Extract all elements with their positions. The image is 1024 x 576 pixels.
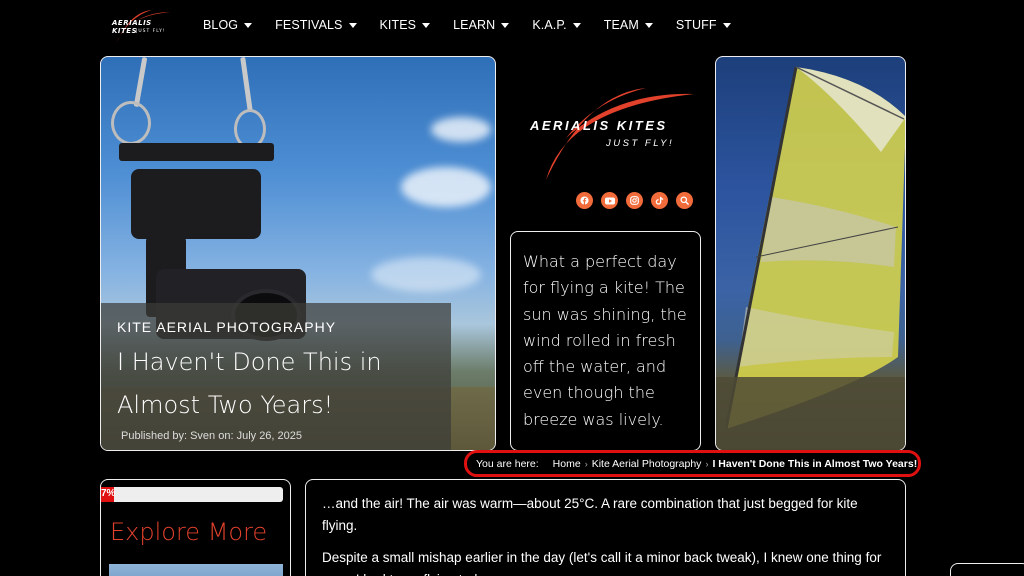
logo-brand: AERIALIS KITES — [530, 118, 668, 133]
explore-thumbnail[interactable] — [109, 564, 283, 576]
article-paragraph: …and the air! The air was warm—about 25°… — [322, 496, 858, 533]
menu-team[interactable]: TEAM — [604, 18, 653, 32]
menu-kites[interactable]: KITES — [380, 18, 431, 32]
chevron-down-icon — [644, 22, 653, 28]
gimbal — [131, 169, 261, 239]
logo-tagline: JUST FLY! — [136, 29, 166, 34]
breadcrumb-category[interactable]: Kite Aerial Photography — [592, 458, 702, 470]
facebook-icon[interactable] — [576, 192, 593, 209]
post-meta: Published by: Sven on: July 26, 2025 — [121, 430, 303, 442]
main-nav: AERIALIS KITES JUST FLY! BLOG FESTIVALS … — [0, 0, 1024, 52]
featured-post-card[interactable]: KITE AERIAL PHOTOGRAPHY I Haven't Done T… — [100, 56, 496, 451]
cloud — [371, 257, 481, 292]
logo-tagline: JUST FLY! — [606, 138, 675, 149]
social-links — [576, 192, 701, 209]
breadcrumb-home[interactable]: Home — [553, 458, 581, 470]
cloud — [431, 117, 491, 142]
tiktok-icon[interactable] — [651, 192, 668, 209]
instagram-icon[interactable] — [626, 192, 643, 209]
cloud — [401, 167, 491, 207]
chevron-down-icon — [422, 22, 431, 28]
explore-more-heading: Explore More — [110, 518, 268, 546]
breadcrumb-current: I Haven't Done This in Almost Two Years! — [712, 457, 918, 470]
chevron-down-icon — [722, 22, 731, 28]
reading-progress-label: 7% — [101, 488, 116, 499]
floating-widget[interactable] — [950, 563, 1024, 576]
logo-swoosh-icon — [546, 88, 694, 180]
site-logo[interactable]: AERIALIS KITES JUST FLY! — [108, 6, 174, 46]
kite-image — [715, 56, 906, 451]
menu: BLOG FESTIVALS KITES LEARN K.A.P. TEAM S… — [203, 18, 754, 32]
chevron-down-icon — [572, 22, 581, 28]
breadcrumb-separator: › — [705, 458, 709, 469]
breadcrumb: You are here: Home › Kite Aerial Photogr… — [464, 450, 921, 477]
menu-kap[interactable]: K.A.P. — [532, 18, 581, 32]
menu-blog[interactable]: BLOG — [203, 18, 253, 32]
breadcrumb-separator: › — [584, 458, 588, 469]
menu-festivals[interactable]: FESTIVALS — [275, 18, 357, 32]
rope — [240, 57, 253, 113]
kite-sail-graphic — [716, 66, 905, 450]
chevron-down-icon — [348, 22, 357, 28]
menu-learn[interactable]: LEARN — [453, 18, 510, 32]
intro-quote: What a perfect day for flying a kite! Th… — [523, 252, 687, 429]
article-paragraph: Despite a small mishap earlier in the da… — [322, 550, 882, 576]
menu-stuff[interactable]: STUFF — [676, 18, 731, 32]
post-title[interactable]: I Haven't Done This in Almost Two Years! — [117, 341, 447, 427]
chevron-down-icon — [244, 22, 253, 28]
intro-quote-box: What a perfect day for flying a kite! Th… — [510, 231, 701, 451]
rope — [133, 57, 148, 108]
reading-progress-bar: 7% — [101, 487, 283, 502]
ring — [111, 101, 151, 145]
search-icon[interactable] — [676, 192, 693, 209]
post-category[interactable]: KITE AERIAL PHOTOGRAPHY — [117, 319, 336, 335]
article-body: …and the air! The air was warm—about 25°… — [305, 479, 906, 576]
sidebar: 7% Explore More — [100, 479, 291, 576]
camera-mount — [119, 143, 274, 161]
breadcrumb-label: You are here: — [476, 457, 539, 470]
site-logo-large[interactable]: AERIALIS KITES JUST FLY! — [526, 88, 696, 183]
chevron-down-icon — [501, 22, 510, 28]
youtube-icon[interactable] — [601, 192, 618, 209]
